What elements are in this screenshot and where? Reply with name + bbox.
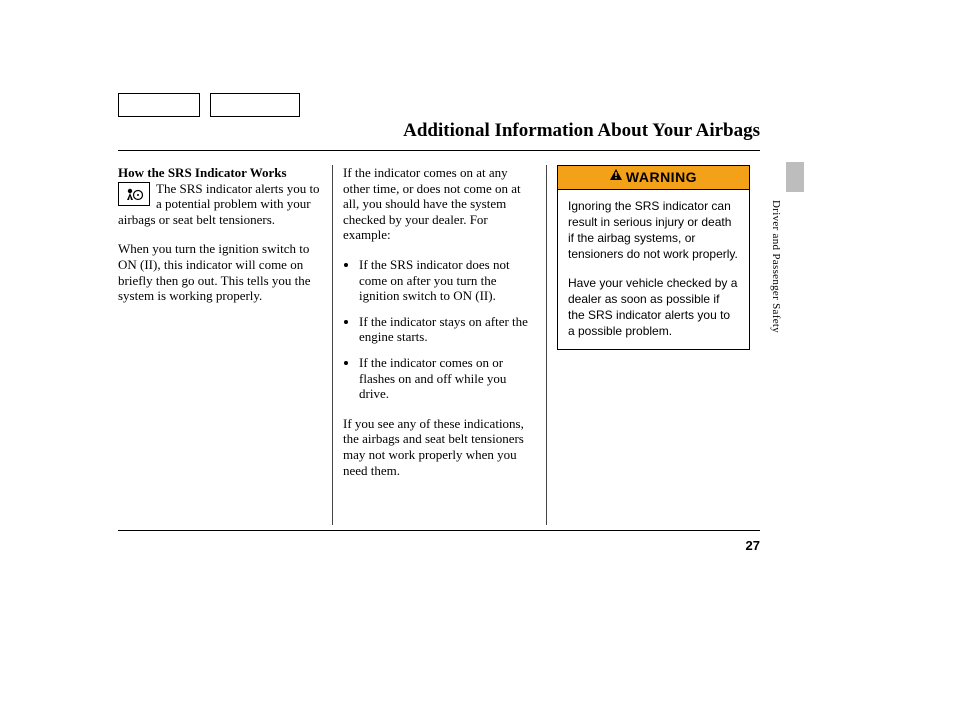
col2-bullet-2: If the indicator stays on after the engi…	[359, 314, 536, 345]
col2-outro: If you see any of these indications, the…	[343, 416, 536, 478]
warning-body: Ignoring the SRS indicator can result in…	[558, 190, 749, 350]
column-2: If the indicator comes on at any other t…	[332, 165, 546, 525]
content-columns: How the SRS Indicator Works The SRS indi…	[118, 165, 760, 525]
warning-header-text: WARNING	[626, 169, 697, 186]
header-box-2	[210, 93, 300, 117]
srs-airbag-icon	[118, 182, 150, 206]
col2-bullet-3: If the indicator comes on or flashes on …	[359, 355, 536, 402]
col2-bullets: If the SRS indicator does not come on af…	[343, 257, 536, 402]
col1-heading: How the SRS Indicator Works	[118, 165, 287, 180]
page-number: 27	[746, 538, 760, 553]
column-3: WARNING Ignoring the SRS indicator can r…	[546, 165, 760, 525]
section-tab	[786, 162, 804, 192]
col2-bullet-1: If the SRS indicator does not come on af…	[359, 257, 536, 304]
warning-box: WARNING Ignoring the SRS indicator can r…	[557, 165, 750, 350]
header-box-1	[118, 93, 200, 117]
section-label: Driver and Passenger Safety	[770, 200, 782, 333]
warning-header: WARNING	[558, 166, 749, 190]
column-1: How the SRS Indicator Works The SRS indi…	[118, 165, 332, 525]
warning-p1: Ignoring the SRS indicator can result in…	[568, 198, 739, 263]
footer-rule	[118, 530, 760, 531]
warning-p2: Have your vehicle checked by a dealer as…	[568, 275, 739, 340]
warning-triangle-icon	[610, 169, 622, 183]
manual-page: Additional Information About Your Airbag…	[0, 0, 954, 710]
col1-para2: When you turn the ignition switch to ON …	[118, 241, 322, 303]
col1-intro: How the SRS Indicator Works The SRS indi…	[118, 165, 322, 227]
title-rule	[118, 150, 760, 151]
header-placeholder-boxes	[118, 93, 300, 117]
col2-intro: If the indicator comes on at any other t…	[343, 165, 536, 243]
page-title: Additional Information About Your Airbag…	[403, 120, 760, 142]
